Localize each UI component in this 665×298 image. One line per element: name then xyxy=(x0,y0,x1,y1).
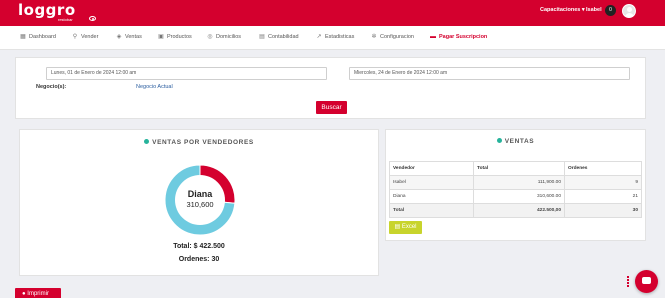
dashboard-icon: ▦ xyxy=(20,34,26,40)
vender-icon: ⚲ xyxy=(72,34,78,40)
business-label: Negocio(s): xyxy=(36,84,67,90)
excel-icon: ▤ xyxy=(394,224,401,230)
sales-by-seller-title: VENTAS POR VENDEDORES xyxy=(20,139,378,146)
donut-center-value: 310,600 xyxy=(186,200,214,209)
business-select[interactable]: Negocio Actual xyxy=(136,84,173,90)
nav-item-vender[interactable]: ⚲ Vender xyxy=(72,34,99,40)
column-header: Total xyxy=(473,161,565,176)
chart-line-icon: ↗ xyxy=(316,34,322,40)
user-avatar[interactable] xyxy=(622,4,636,18)
eye-icon[interactable] xyxy=(89,16,96,21)
donut-center-name: Diana xyxy=(187,189,213,199)
cell-total-label: Total xyxy=(389,203,474,218)
excel-export-button[interactable]: ▤ Excel xyxy=(389,221,422,234)
cell-orders: 9 xyxy=(564,175,642,190)
nav-item-configuracion[interactable]: ✲ Configuracion xyxy=(371,34,413,40)
motorbike-icon: ◎ xyxy=(207,34,213,40)
column-header: Ordenes xyxy=(564,161,642,176)
nav-item-estadisticas[interactable]: ↗ Estadisticas xyxy=(316,34,354,40)
sales-by-seller-card: VENTAS POR VENDEDORES Diana 310,600 Tota… xyxy=(19,129,379,276)
main-nav: ▦ Dashboard ⚲ Vender ◈ Ventas ▣ Productos ◎ D… xyxy=(0,26,665,50)
card-icon: ▬ xyxy=(430,34,436,40)
notification-badge[interactable]: 0 xyxy=(605,5,616,16)
nav-item-pagar-suscripcion[interactable]: ▬ Pagar Suscripcion xyxy=(430,34,487,40)
cell-seller: Diana xyxy=(389,189,474,204)
nav-item-domicilios[interactable]: ◎ Domicilios xyxy=(207,34,241,40)
drag-handle-icon[interactable] xyxy=(627,276,632,288)
date-from-input[interactable]: Lunes, 01 de Enero de 2024 12:00 am xyxy=(46,67,327,80)
app-logo[interactable]: loggro xyxy=(18,3,76,18)
status-dot-icon xyxy=(496,138,502,143)
cell-orders: 21 xyxy=(564,189,642,204)
chat-icon[interactable] xyxy=(635,270,658,293)
print-icon: ● xyxy=(22,291,26,297)
sales-total: Total: $ 422.500 xyxy=(173,243,225,250)
cell-seller: Isabel xyxy=(389,175,474,190)
table-total-row: Total 422.500,00 30 xyxy=(389,203,642,218)
tag-icon: ◈ xyxy=(116,34,122,40)
cell-total-sum: 422.500,00 xyxy=(473,203,565,218)
cell-total: 111,900.00 xyxy=(473,175,565,190)
capacitaciones-menu[interactable]: Capacitaciones ▾ xyxy=(540,7,585,13)
column-header: Vendedor xyxy=(389,161,474,176)
orders-total: Ordenes: 30 xyxy=(178,256,220,263)
user-name[interactable]: Isabel xyxy=(586,7,602,13)
sales-table-title: VENTAS xyxy=(386,138,645,145)
table-header-row: Vendedor Total Ordenes xyxy=(389,161,642,176)
table-row: Diana 310,600.00 21 xyxy=(389,189,642,204)
nav-item-dashboard[interactable]: ▦ Dashboard xyxy=(20,34,56,40)
nav-item-contabilidad[interactable]: ▤ Contabilidad xyxy=(259,34,298,40)
table-row: Isabel 111,900.00 9 xyxy=(389,175,642,190)
search-button[interactable]: Buscar xyxy=(316,101,347,114)
box-icon: ▣ xyxy=(158,34,164,40)
sales-table-card: VENTAS Vendedor Total Ordenes Isabel 111… xyxy=(385,129,646,241)
date-to-input[interactable]: Miercoles, 24 de Enero de 2024 12:00 am xyxy=(349,67,630,80)
cell-total: 310,600.00 xyxy=(473,189,565,204)
cell-total-orders: 30 xyxy=(564,203,642,218)
nav-item-productos[interactable]: ▣ Productos xyxy=(158,34,192,40)
print-button[interactable]: ● Imprimir xyxy=(15,288,61,298)
logo-subtitle: restobar xyxy=(58,17,73,22)
nav-item-ventas[interactable]: ◈ Ventas xyxy=(116,34,142,40)
filter-panel: Lunes, 01 de Enero de 2024 12:00 am Mier… xyxy=(15,57,646,119)
gear-icon: ✲ xyxy=(371,34,377,40)
sales-table: Vendedor Total Ordenes Isabel 111,900.00… xyxy=(389,161,642,218)
top-bar: loggro restobar Capacitaciones ▾ Isabel … xyxy=(0,0,665,26)
document-icon: ▤ xyxy=(259,34,265,40)
status-dot-icon xyxy=(144,139,150,144)
